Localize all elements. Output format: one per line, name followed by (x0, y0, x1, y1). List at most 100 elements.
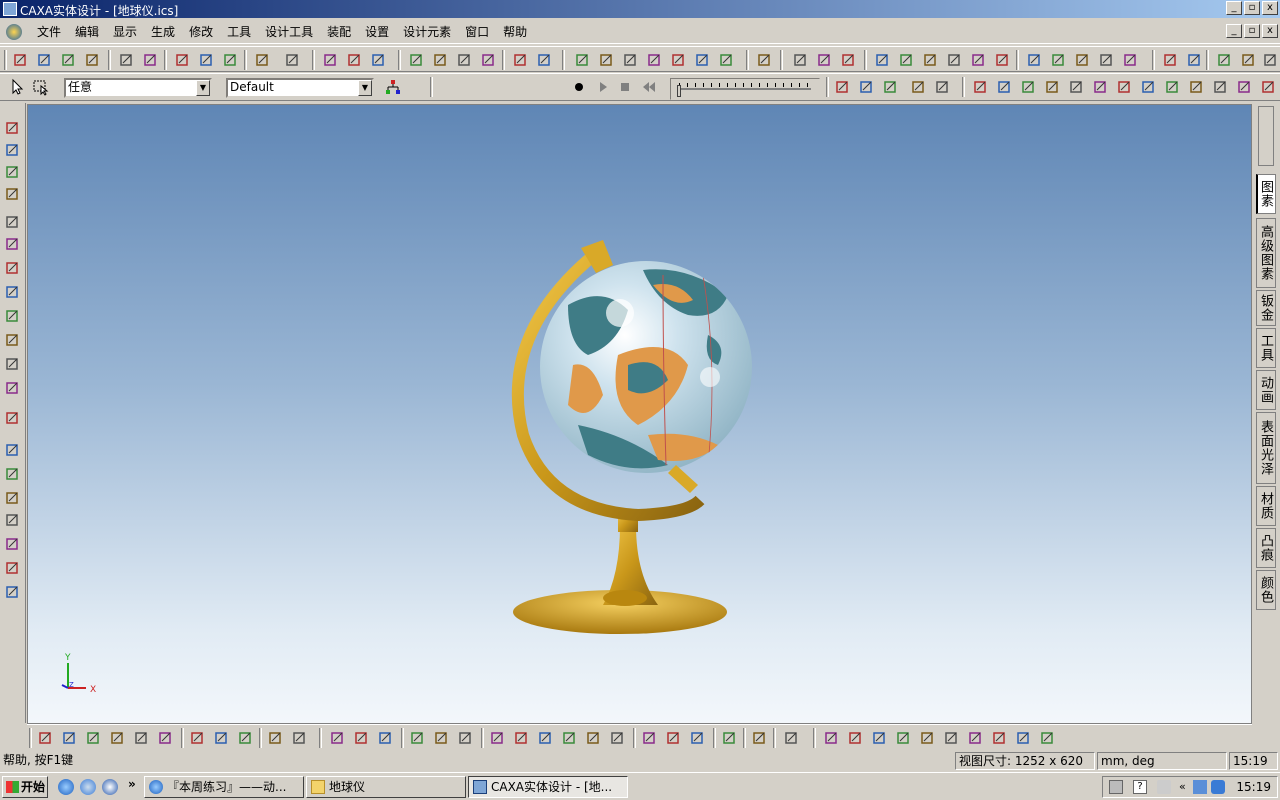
snap-icon[interactable] (61, 729, 79, 747)
3d-viewport[interactable]: Y X Z (27, 104, 1252, 724)
close-doc-icon[interactable] (36, 51, 54, 69)
layer-icon[interactable] (1162, 51, 1180, 69)
dynamic-view-icon[interactable] (4, 307, 22, 325)
light-icon[interactable] (816, 51, 834, 69)
chamfer-icon[interactable] (994, 51, 1012, 69)
chevron-down-icon[interactable]: ▼ (196, 80, 210, 96)
cut-icon[interactable] (174, 51, 192, 69)
tab-material[interactable]: 材质 (1256, 486, 1276, 526)
zoom-window-icon[interactable] (4, 235, 22, 253)
dimension-icon[interactable] (1015, 729, 1033, 747)
task-forum-post[interactable]: 『本周练习』——动... (144, 776, 304, 798)
project-icon[interactable] (291, 729, 309, 747)
light-icon[interactable] (4, 355, 22, 373)
menu-modify[interactable]: 修改 (182, 24, 220, 40)
tab-sheet-metal[interactable]: 钣金 (1256, 290, 1276, 326)
circle-icon[interactable] (85, 729, 103, 747)
smart-icon[interactable] (756, 51, 774, 69)
shield-icon[interactable] (1211, 780, 1225, 794)
redo-icon[interactable] (142, 51, 160, 69)
slope-icon[interactable] (847, 729, 865, 747)
undo-icon[interactable] (118, 51, 136, 69)
tray-expand-icon[interactable]: « (1179, 780, 1186, 793)
save-icon[interactable] (84, 51, 102, 69)
curve-c-icon[interactable] (689, 729, 707, 747)
paste-icon[interactable] (222, 51, 240, 69)
menu-display[interactable]: 显示 (106, 24, 144, 40)
tab-scroll-arrows-icon[interactable] (1258, 106, 1274, 166)
loft-icon[interactable] (480, 51, 498, 69)
anim-key-icon[interactable] (858, 78, 876, 96)
camera-icon[interactable] (4, 331, 22, 349)
plane-icon[interactable] (622, 51, 640, 69)
perspective-icon[interactable] (4, 379, 22, 397)
rotate-icon[interactable] (432, 51, 450, 69)
sketch-ellipse-icon[interactable] (996, 78, 1014, 96)
circle3-icon[interactable] (561, 729, 579, 747)
align-icon[interactable] (646, 51, 664, 69)
curve-a-icon[interactable] (641, 729, 659, 747)
doc-minimize-button[interactable]: _ (1226, 24, 1242, 38)
sketch-trim-icon[interactable] (1140, 78, 1158, 96)
play-icon[interactable] (594, 78, 612, 96)
slider-thumb[interactable] (677, 85, 681, 97)
shell-icon[interactable] (1026, 51, 1044, 69)
sketch-circle-icon[interactable] (1068, 78, 1086, 96)
ellipse-icon[interactable] (513, 729, 531, 747)
link-icon[interactable] (694, 51, 712, 69)
mirror-icon[interactable] (922, 51, 940, 69)
tab-elements[interactable]: 图素 (1256, 174, 1276, 214)
tab-surface-finish[interactable]: 表面光泽 (1256, 412, 1276, 484)
tri-icon[interactable] (346, 51, 364, 69)
sketch-line-icon[interactable] (1116, 78, 1134, 96)
vertical-icon[interactable] (919, 729, 937, 747)
assemble-icon[interactable] (898, 51, 916, 69)
ortho-icon[interactable] (823, 729, 841, 747)
chevron-down-icon[interactable]: ▼ (358, 80, 372, 96)
camera-target-icon[interactable] (4, 259, 22, 277)
sketch-box-icon[interactable] (972, 78, 990, 96)
text-icon[interactable] (512, 51, 530, 69)
grid-icon[interactable] (37, 729, 55, 747)
tree-icon[interactable] (322, 51, 340, 69)
edge-icon[interactable] (1262, 51, 1280, 69)
extrude-icon[interactable] (408, 51, 426, 69)
octagon-icon[interactable] (609, 729, 627, 747)
menu-settings[interactable]: 设置 (358, 24, 396, 40)
render-style-icon[interactable] (4, 409, 22, 427)
arc3-icon[interactable] (537, 729, 555, 747)
tab-emboss[interactable]: 凸痕 (1256, 528, 1276, 568)
volume-icon[interactable] (1157, 780, 1171, 794)
quicklaunch-chevron[interactable]: » (128, 777, 136, 791)
split-icon[interactable] (1098, 51, 1116, 69)
minimize-button[interactable]: _ (1226, 1, 1242, 15)
line-icon[interactable] (329, 729, 347, 747)
start-button[interactable]: 开始 (2, 776, 48, 798)
search-icon[interactable] (254, 51, 272, 69)
delete-icon[interactable] (718, 51, 736, 69)
node-icon[interactable] (433, 729, 451, 747)
help-icon[interactable]: ? (1133, 780, 1147, 794)
new-doc-icon[interactable] (12, 51, 30, 69)
keyboard-icon[interactable] (1109, 780, 1123, 794)
offset-icon[interactable] (267, 729, 285, 747)
style-select[interactable]: Default ▼ (226, 78, 374, 98)
parallel-icon[interactable] (895, 729, 913, 747)
measure-icon[interactable] (670, 51, 688, 69)
close-button[interactable]: x (1262, 1, 1278, 15)
zoom-icon[interactable] (4, 213, 22, 231)
tab-advanced-elements[interactable]: 高级图素 (1256, 218, 1276, 288)
smart-dimension-icon[interactable] (4, 535, 22, 553)
sketch-dim-icon[interactable] (1260, 78, 1278, 96)
draft-icon[interactable] (1050, 51, 1068, 69)
menu-help[interactable]: 帮助 (496, 24, 534, 40)
scale-icon[interactable] (1074, 51, 1092, 69)
pointer-icon[interactable] (574, 51, 592, 69)
rect-icon[interactable] (457, 729, 475, 747)
selection-filter-select[interactable]: 任意 ▼ (64, 78, 212, 98)
anim-curve-icon[interactable] (882, 78, 900, 96)
annotation-icon[interactable] (4, 583, 22, 601)
anim-light-icon[interactable] (910, 78, 928, 96)
tangent-icon[interactable] (377, 729, 395, 747)
menu-design-tools[interactable]: 设计工具 (258, 24, 320, 40)
